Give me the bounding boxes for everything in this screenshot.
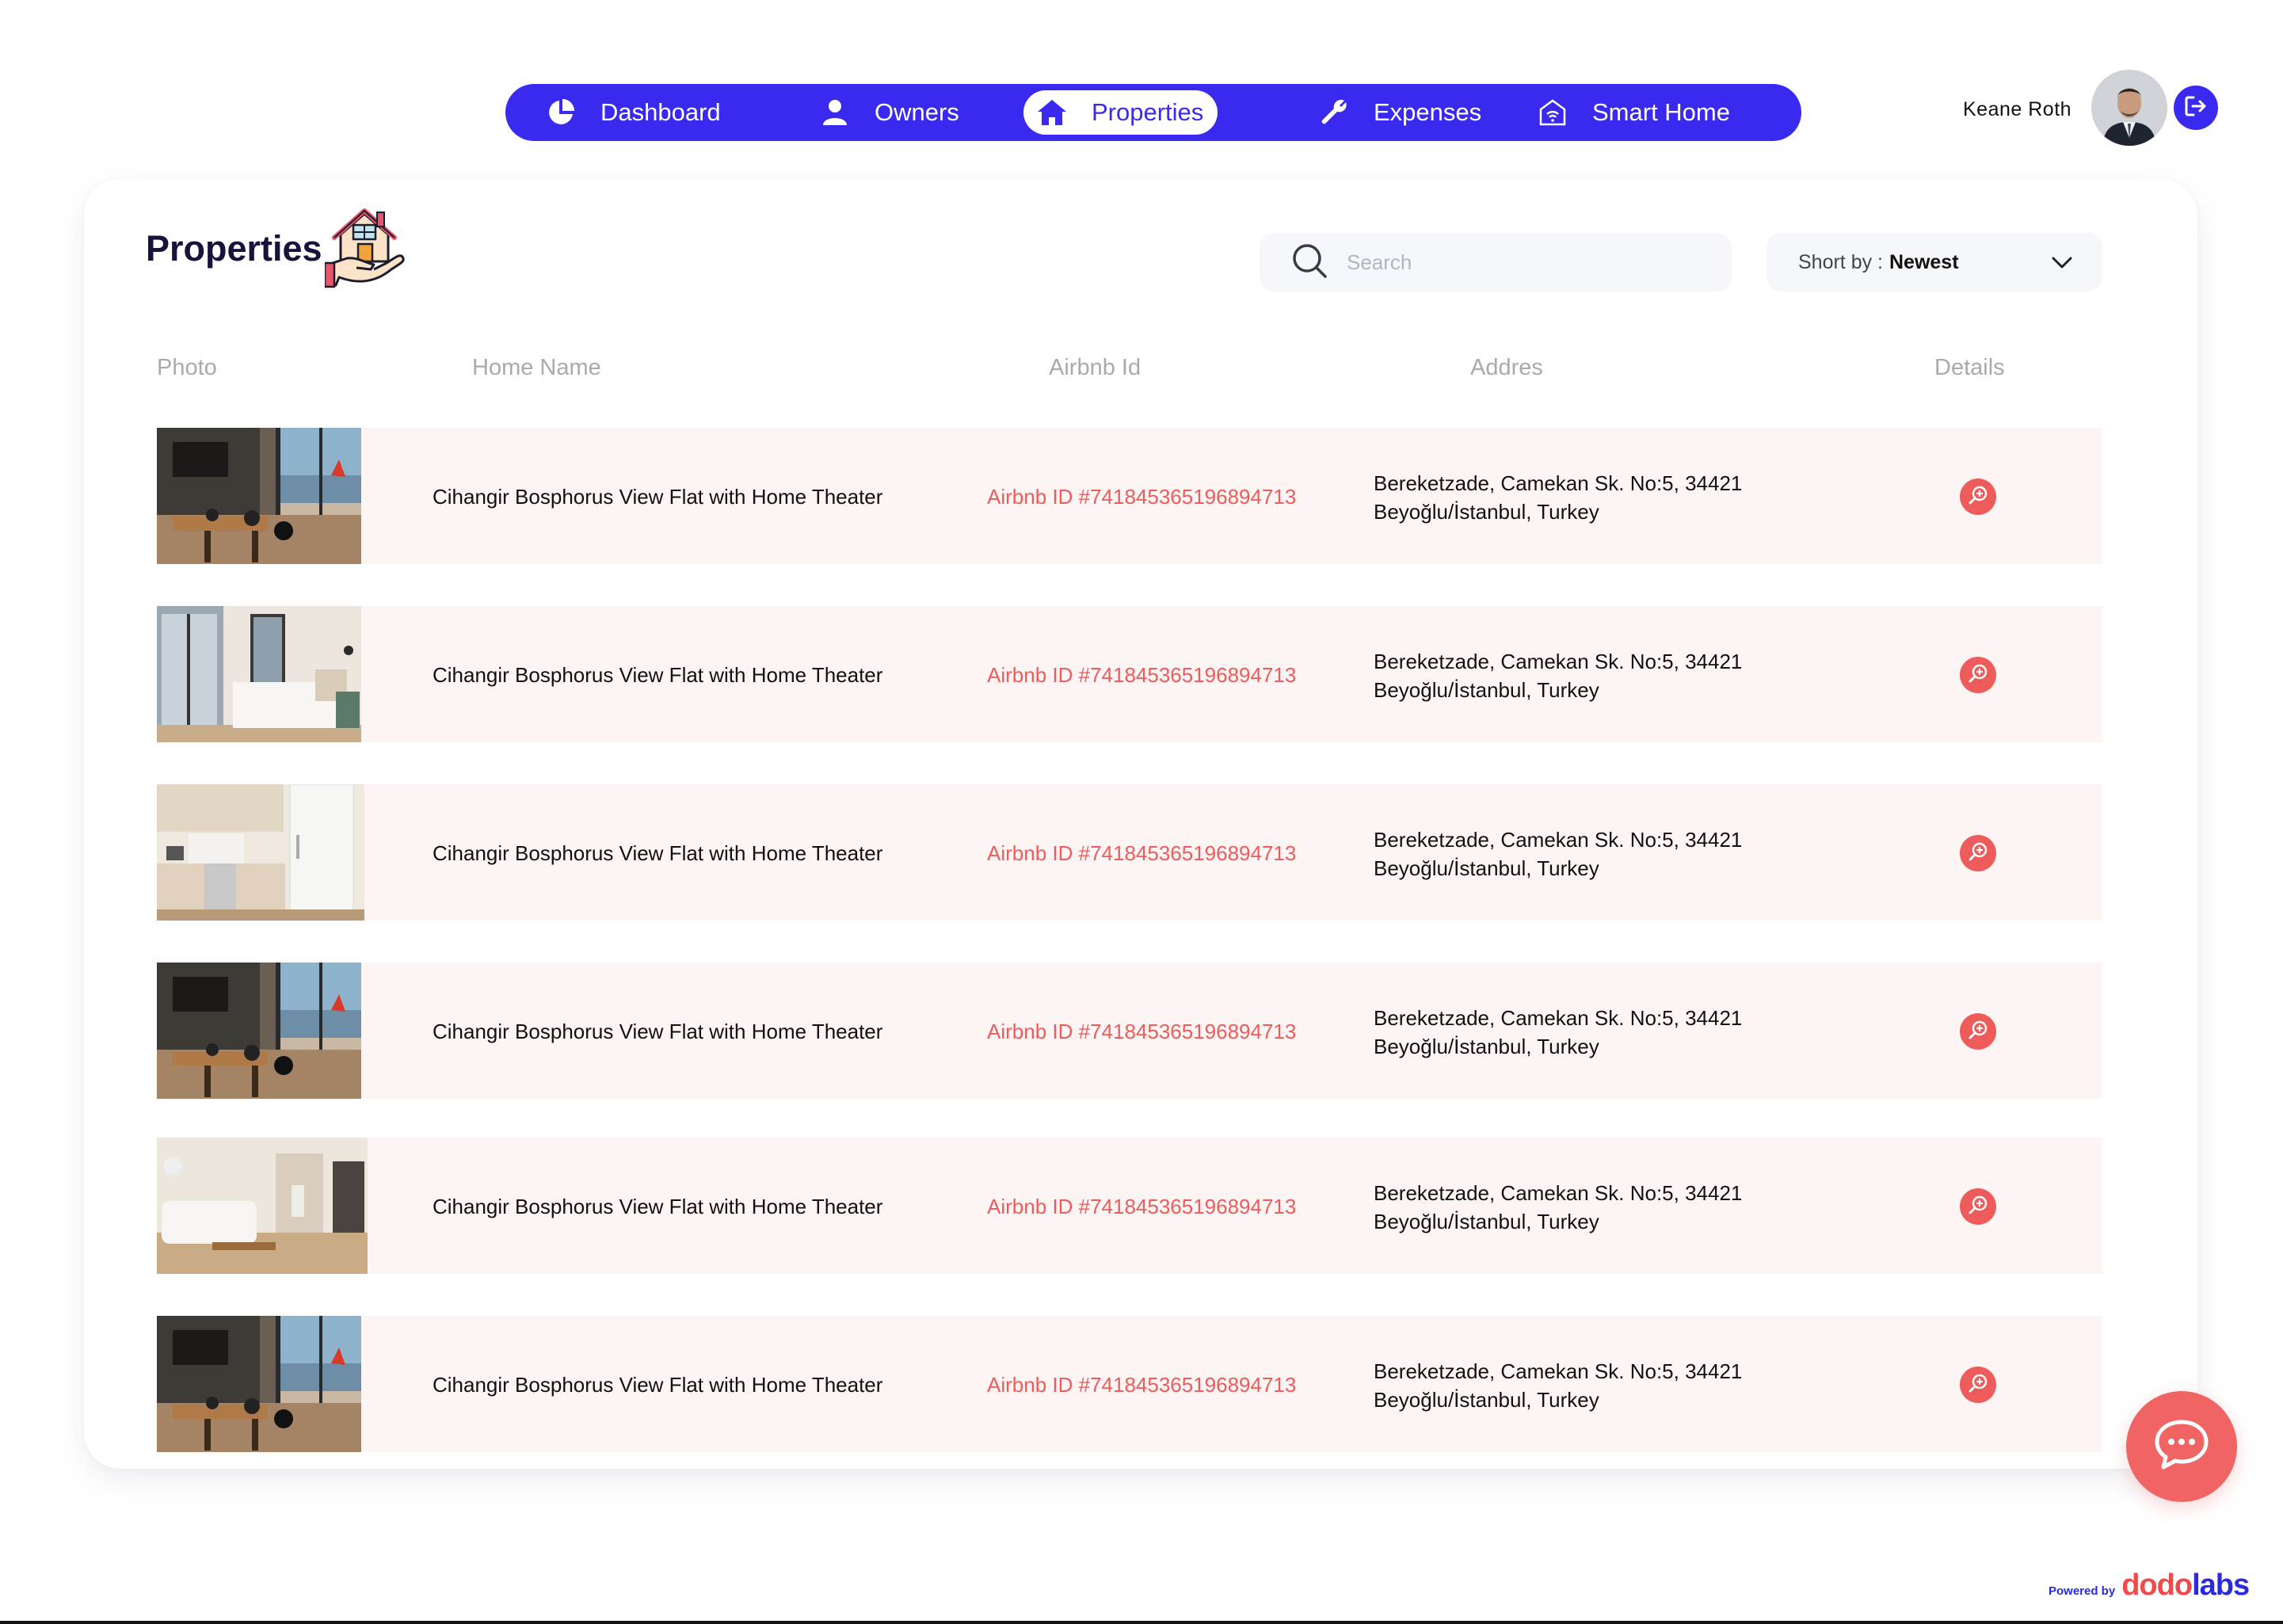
page-title: Properties — [146, 228, 322, 269]
nav-item-smart-home[interactable]: Smart Home — [1524, 90, 1743, 135]
user-icon — [819, 97, 851, 128]
zoom-in-icon — [1966, 661, 1990, 689]
details-button[interactable] — [1960, 835, 1996, 871]
nav-item-dashboard[interactable]: Dashboard — [532, 90, 734, 135]
property-photo — [157, 606, 361, 742]
address-line: Beyoğlu/İstanbul, Turkey — [1374, 1388, 1599, 1412]
address-line: Bereketzade, Camekan Sk. No:5, 34421 — [1374, 828, 1743, 852]
address-line: Bereketzade, Camekan Sk. No:5, 34421 — [1374, 471, 1743, 495]
details-button[interactable] — [1960, 657, 1996, 693]
table-row[interactable]: Cihangir Bosphorus View Flat with Home T… — [157, 784, 2102, 921]
address-line: Bereketzade, Camekan Sk. No:5, 34421 — [1374, 1006, 1743, 1030]
property-photo — [157, 428, 361, 564]
house-in-hand-icon — [323, 201, 409, 290]
airbnb-id: Airbnb ID #741845365196894713 — [987, 1373, 1297, 1397]
address: Bereketzade, Camekan Sk. No:5, 34421 Bey… — [1374, 1179, 1742, 1236]
property-photo — [157, 1316, 361, 1452]
details-button[interactable] — [1960, 1013, 1996, 1050]
search-box — [1260, 233, 1732, 292]
zoom-in-icon — [1966, 1193, 1990, 1221]
address-line: Beyoğlu/İstanbul, Turkey — [1374, 678, 1599, 702]
column-header-address: Addres — [1470, 355, 1543, 380]
nav-item-expenses[interactable]: Expenses — [1305, 90, 1494, 135]
column-header-home-name: Home Name — [472, 355, 601, 380]
nav-label: Owners — [875, 98, 959, 126]
chat-bubble-icon — [2154, 1419, 2209, 1475]
property-photo — [157, 784, 364, 921]
address-line: Bereketzade, Camekan Sk. No:5, 34421 — [1374, 1181, 1743, 1205]
nav-item-properties[interactable]: Properties — [1023, 90, 1218, 135]
airbnb-id: Airbnb ID #741845365196894713 — [987, 1020, 1297, 1043]
zoom-in-icon — [1966, 1018, 1990, 1046]
table-row[interactable]: Cihangir Bosphorus View Flat with Home T… — [157, 963, 2102, 1099]
airbnb-id: Airbnb ID #741845365196894713 — [987, 841, 1297, 865]
bottom-border — [0, 1621, 2283, 1624]
powered-by-footer: Powered by dodolabs — [2049, 1569, 2250, 1603]
address: Bereketzade, Camekan Sk. No:5, 34421 Bey… — [1374, 647, 1742, 704]
details-button[interactable] — [1960, 1188, 1996, 1225]
zoom-in-icon — [1966, 840, 1990, 867]
brand-part1: dodo — [2121, 1569, 2193, 1602]
zoom-in-icon — [1966, 1371, 1990, 1399]
chat-button[interactable] — [2126, 1391, 2237, 1502]
address-line: Bereketzade, Camekan Sk. No:5, 34421 — [1374, 650, 1743, 673]
chevron-down-icon — [2050, 250, 2074, 280]
logout-icon — [2183, 93, 2209, 123]
home-name: Cihangir Bosphorus View Flat with Home T… — [433, 1020, 883, 1043]
user-name: Keane Roth — [1963, 98, 2072, 120]
column-header-airbnb-id: Airbnb Id — [1049, 355, 1142, 380]
address-line: Bereketzade, Camekan Sk. No:5, 34421 — [1374, 1359, 1743, 1383]
airbnb-id: Airbnb ID #741845365196894713 — [987, 485, 1297, 509]
address-line: Beyoğlu/İstanbul, Turkey — [1374, 500, 1599, 524]
address: Bereketzade, Camekan Sk. No:5, 34421 Bey… — [1374, 825, 1742, 883]
property-photo — [157, 963, 361, 1099]
home-name: Cihangir Bosphorus View Flat with Home T… — [433, 663, 883, 687]
address-line: Beyoğlu/İstanbul, Turkey — [1374, 1210, 1599, 1233]
nav-item-owners[interactable]: Owners — [806, 90, 972, 135]
zoom-in-icon — [1966, 483, 1990, 511]
column-header-photo: Photo — [157, 355, 217, 380]
brand-logo: dodolabs — [2121, 1569, 2250, 1603]
home-name: Cihangir Bosphorus View Flat with Home T… — [433, 841, 883, 865]
table-row[interactable]: Cihangir Bosphorus View Flat with Home T… — [157, 1138, 2102, 1274]
airbnb-id: Airbnb ID #741845365196894713 — [987, 663, 1297, 687]
details-button[interactable] — [1960, 1367, 1996, 1403]
sort-label: Short by : — [1798, 250, 1883, 273]
address-line: Beyoğlu/İstanbul, Turkey — [1374, 856, 1599, 880]
nav-label: Expenses — [1374, 98, 1482, 126]
property-photo — [157, 1138, 368, 1274]
address-line: Beyoğlu/İstanbul, Turkey — [1374, 1035, 1599, 1058]
table-row[interactable]: Cihangir Bosphorus View Flat with Home T… — [157, 606, 2102, 742]
sort-value: Newest — [1889, 250, 1959, 273]
table-row[interactable]: Cihangir Bosphorus View Flat with Home T… — [157, 428, 2102, 564]
home-name: Cihangir Bosphorus View Flat with Home T… — [433, 1373, 883, 1397]
nav-label: Dashboard — [600, 98, 721, 126]
brand-part2: labs — [2192, 1569, 2250, 1602]
airbnb-id: Airbnb ID #741845365196894713 — [987, 1195, 1297, 1218]
powered-by-label: Powered by — [2049, 1584, 2116, 1598]
home-name: Cihangir Bosphorus View Flat with Home T… — [433, 1195, 883, 1218]
nav-label: Smart Home — [1592, 98, 1730, 126]
pie-chart-icon — [545, 97, 577, 128]
sort-dropdown[interactable]: Short by : Newest — [1767, 233, 2102, 292]
avatar[interactable] — [2091, 70, 2167, 146]
address: Bereketzade, Camekan Sk. No:5, 34421 Bey… — [1374, 469, 1742, 526]
nav-label: Properties — [1092, 98, 1204, 126]
search-input[interactable] — [1345, 249, 1728, 276]
top-nav: Dashboard Owners Properties Expenses Sma… — [505, 84, 1801, 141]
table-row[interactable]: Cihangir Bosphorus View Flat with Home T… — [157, 1316, 2102, 1452]
home-icon — [1036, 97, 1068, 128]
address: Bereketzade, Camekan Sk. No:5, 34421 Bey… — [1374, 1357, 1742, 1414]
search-icon — [1291, 242, 1328, 283]
address: Bereketzade, Camekan Sk. No:5, 34421 Bey… — [1374, 1004, 1742, 1061]
home-name: Cihangir Bosphorus View Flat with Home T… — [433, 485, 883, 509]
details-button[interactable] — [1960, 478, 1996, 515]
column-header-details: Details — [1934, 355, 2005, 380]
wrench-icon — [1318, 97, 1350, 128]
logout-button[interactable] — [2174, 86, 2218, 130]
smart-home-icon — [1537, 97, 1568, 128]
